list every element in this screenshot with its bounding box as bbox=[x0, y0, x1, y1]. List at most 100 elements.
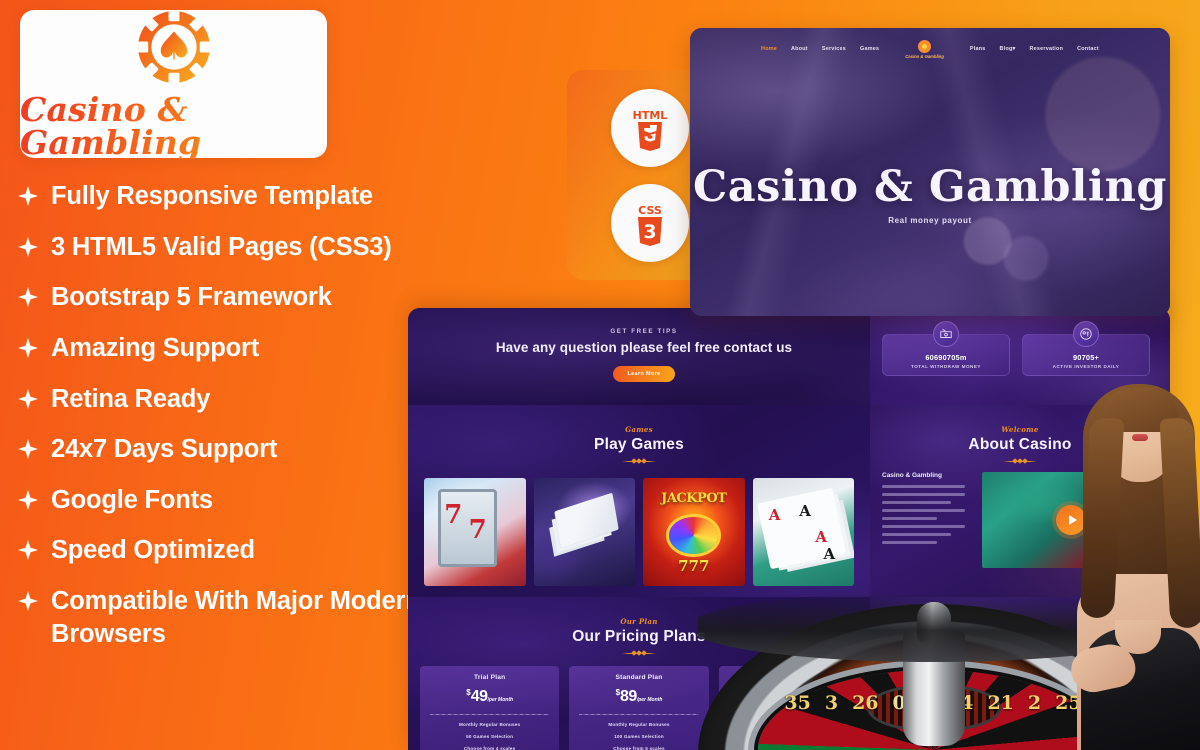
nav-item-plans[interactable]: Plans bbox=[970, 46, 986, 52]
cards-chips-game-card[interactable] bbox=[533, 478, 635, 586]
nav-item-about[interactable]: About bbox=[791, 46, 808, 52]
ornament-divider bbox=[622, 649, 656, 656]
text-line bbox=[882, 501, 951, 504]
svg-text:3: 3 bbox=[643, 221, 656, 243]
text-line bbox=[882, 509, 965, 512]
divider-line bbox=[579, 714, 699, 715]
contact-eyebrow: GET FREE TIPS bbox=[610, 328, 678, 335]
roulette-number: 3 bbox=[824, 692, 839, 714]
plan-feature: Monthly Regular Bonuses bbox=[608, 722, 670, 727]
sparkle-bullet-icon bbox=[18, 585, 38, 615]
nav-item-blog-label: Blog bbox=[999, 46, 1013, 52]
mockup-navbar[interactable]: Home About Services Games Casino & Gambl… bbox=[690, 37, 1170, 61]
svg-text:HTML: HTML bbox=[632, 109, 667, 122]
sparkle-bullet-icon bbox=[18, 484, 38, 514]
sparkle-bullet-icon bbox=[18, 433, 38, 463]
svg-text:CSS: CSS bbox=[638, 204, 662, 217]
contact-cta-inner: GET FREE TIPS Have any question please f… bbox=[408, 308, 880, 383]
chevron-down-icon: ▾ bbox=[1012, 46, 1016, 52]
nav-item-blog[interactable]: Blog▾ bbox=[1000, 46, 1016, 52]
games-kicker: Games bbox=[625, 425, 653, 434]
jackpot-number: 777 bbox=[678, 557, 710, 576]
feature-item: 3 HTML5 Valid Pages (CSS3) bbox=[18, 231, 458, 264]
text-line bbox=[882, 485, 965, 488]
pricing-card-standard[interactable]: Standard Plan $89/per Month Monthly Regu… bbox=[569, 666, 709, 750]
sparkle-bullet-icon bbox=[18, 383, 38, 413]
sparkle-bullet-icon bbox=[18, 534, 38, 564]
pricing-card-trial[interactable]: Trial Plan $49/per Month Monthly Regular… bbox=[420, 666, 560, 750]
fortune-wheel-icon bbox=[669, 516, 719, 554]
price-period: /per Month bbox=[636, 697, 663, 703]
feature-label: 24x7 Days Support bbox=[51, 435, 278, 464]
feature-item: 24x7 Days Support bbox=[18, 433, 458, 466]
text-line bbox=[882, 533, 951, 536]
stat-value: 60690705m bbox=[925, 353, 967, 362]
aces-cards-game-card[interactable]: A A A A bbox=[752, 478, 854, 586]
about-body-heading: Casino & Gambling bbox=[882, 472, 942, 479]
nav-item-games[interactable]: Games bbox=[860, 46, 879, 52]
price-period: /per Month bbox=[487, 697, 514, 703]
model-lips bbox=[1132, 434, 1148, 441]
price-amount: 49 bbox=[470, 688, 488, 705]
feature-label: Speed Optimized bbox=[51, 536, 255, 565]
plan-feature: Choose from 5 scales bbox=[613, 746, 665, 750]
investor-icon bbox=[1073, 321, 1099, 347]
nav-item-reservation[interactable]: Reservation bbox=[1030, 46, 1064, 52]
text-line bbox=[882, 541, 938, 544]
feature-item: Amazing Support bbox=[18, 332, 458, 365]
jackpot-wheel-game-card[interactable]: JACKPOT 777 bbox=[643, 478, 745, 586]
nav-item-services[interactable]: Services bbox=[822, 46, 846, 52]
sparkle-bullet-icon bbox=[18, 231, 38, 261]
hero-page-mockup[interactable]: Home About Services Games Casino & Gambl… bbox=[690, 28, 1170, 316]
jackpot-label: JACKPOT bbox=[661, 490, 727, 506]
roulette-number: 26 bbox=[852, 692, 879, 714]
css3-icon: CSS 3 bbox=[610, 183, 689, 262]
feature-label: Bootstrap 5 Framework bbox=[51, 283, 332, 312]
feature-item: Retina Ready bbox=[18, 383, 458, 416]
feature-item: Fully Responsive Template bbox=[18, 180, 458, 213]
feature-label: Retina Ready bbox=[51, 384, 211, 413]
text-line bbox=[882, 525, 965, 528]
roulette-number: 2 bbox=[1027, 692, 1042, 714]
plan-feature: Choose from 4 scales bbox=[463, 746, 516, 750]
sparkle-bullet-icon bbox=[18, 281, 38, 311]
plan-feature: 50 Games Selection bbox=[466, 734, 514, 739]
slot-seven-icon: 7 bbox=[468, 514, 487, 545]
plan-name: Standard Plan bbox=[615, 674, 663, 681]
games-grid: 7 7 JACKPOT 777 A A A A bbox=[408, 464, 870, 586]
hero-title: Casino & Gambling bbox=[693, 162, 1167, 212]
navbar-brand-logo[interactable]: Casino & Gambling bbox=[905, 39, 944, 59]
plan-name: Trial Plan bbox=[474, 674, 506, 681]
divider-line bbox=[430, 714, 550, 715]
feature-label: Compatible With Major Modern Browsers bbox=[51, 587, 421, 648]
feature-label: Fully Responsive Template bbox=[51, 182, 373, 210]
heart-suit-icon: A bbox=[815, 527, 828, 546]
casino-chip-icon bbox=[918, 39, 932, 53]
feature-list: Fully Responsive Template 3 HTML5 Valid … bbox=[18, 180, 458, 668]
games-section-header: Games Play Games bbox=[408, 405, 870, 464]
stat-card: 60690705m TOTAL WITHDRAW MONEY bbox=[882, 321, 1010, 376]
feature-label: Google Fonts bbox=[51, 485, 213, 514]
roulette-number: 21 bbox=[987, 692, 1014, 714]
nav-item-home[interactable]: Home bbox=[761, 46, 777, 52]
text-line bbox=[882, 493, 965, 496]
price-amount: 89 bbox=[620, 688, 637, 705]
plan-feature: Monthly Regular Bonuses bbox=[459, 722, 521, 727]
text-line bbox=[882, 517, 938, 520]
spade-suit-icon: A bbox=[799, 501, 811, 520]
hero-subtitle: Real money payout bbox=[888, 216, 972, 225]
ornament-divider bbox=[1003, 457, 1037, 464]
slot-machine-game-card[interactable]: 7 7 bbox=[424, 478, 526, 586]
stat-label: ACTIVE INVESTOR DAILY bbox=[1052, 364, 1120, 369]
contact-heading: Have any question please feel free conta… bbox=[495, 340, 793, 355]
feature-item: Compatible With Major Modern Browsers bbox=[18, 585, 458, 650]
stats-row: 60690705m TOTAL WITHDRAW MONEY 90705+ AC… bbox=[870, 308, 1170, 376]
learn-more-button[interactable]: Learn More bbox=[613, 366, 675, 383]
feature-item: Speed Optimized bbox=[18, 534, 458, 567]
plan-price: $89/per Month bbox=[575, 688, 702, 706]
feature-item: Bootstrap 5 Framework bbox=[18, 281, 458, 314]
casino-model-photo bbox=[1067, 378, 1200, 750]
nav-item-contact[interactable]: Contact bbox=[1077, 46, 1099, 52]
about-paragraph: Casino & Gambling bbox=[882, 472, 974, 568]
games-title: Play Games bbox=[594, 436, 684, 453]
